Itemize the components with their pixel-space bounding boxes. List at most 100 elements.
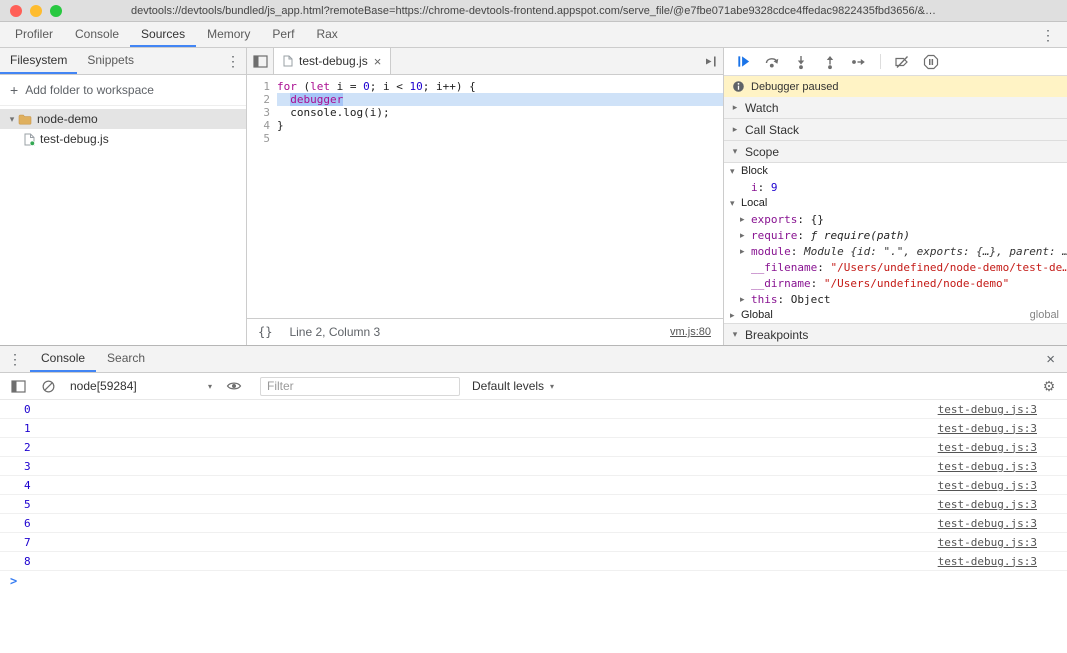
editor-tab-test-debug-js[interactable]: test-debug.js × [273,48,392,74]
console-settings-gear-icon[interactable]: ⚙ [1037,375,1061,397]
resume-button[interactable] [730,51,756,73]
source-location-link[interactable]: test-debug.js:3 [938,479,1037,492]
source-location-link[interactable]: test-debug.js:3 [938,422,1037,435]
close-window-button[interactable] [10,4,22,17]
source-location-link[interactable]: test-debug.js:3 [938,536,1037,549]
main-menu-kebab-icon[interactable]: ⋮ [1035,28,1061,42]
pretty-print-button[interactable]: {} [253,323,277,341]
live-expression-eye-button[interactable] [222,375,246,397]
tab-sources[interactable]: Sources [130,22,197,47]
deactivate-breakpoints-button[interactable] [889,51,915,73]
code-line-5[interactable]: 5 [247,132,723,145]
tab-snippets[interactable]: Snippets [77,48,144,74]
scope-section-header[interactable]: ▾ Scope [724,141,1067,163]
collapse-arrow-icon[interactable]: ▸ [740,230,751,241]
breakpoints-section-header[interactable]: ▾ Breakpoints [724,323,1067,345]
line-number-gutter[interactable]: 2 [247,93,277,106]
code-line-4[interactable]: 4} [247,119,723,132]
collapse-arrow-icon[interactable]: ▸ [730,102,740,113]
tree-item-label: node-demo [37,112,98,126]
toggle-navigator-sidebar-icon[interactable] [247,48,273,74]
line-number-gutter[interactable]: 1 [247,80,277,93]
drawer-tab-console[interactable]: Console [30,346,97,372]
debugger-toolbar [724,48,1067,76]
tab-console[interactable]: Console [64,22,130,47]
scope-value: Object [790,292,831,306]
source-location-link[interactable]: test-debug.js:3 [938,460,1037,473]
tab-memory[interactable]: Memory [196,22,261,47]
drawer-tab-search[interactable]: Search [96,346,156,372]
expand-arrow-icon[interactable]: ▾ [730,198,741,209]
execution-context-selector[interactable]: node[59284] ▾ [66,379,216,393]
code-line-2[interactable]: 2 debugger [247,93,723,106]
console-prompt[interactable]: > [0,571,1067,591]
code-line-3[interactable]: 3 console.log(i); [247,106,723,119]
collapse-arrow-icon[interactable]: ▸ [740,246,751,257]
console-filter-input[interactable] [260,376,460,396]
log-levels-dropdown[interactable]: Default levels ▾ [472,379,554,393]
step-out-button[interactable] [817,51,843,73]
navigator-menu-kebab-icon[interactable]: ⋮ [220,48,246,74]
section-title: Call Stack [745,122,800,137]
drawer-menu-kebab-icon[interactable]: ⋮ [0,346,30,372]
scope-variable-module[interactable]: ▸ module: Module {id: ".", exports: {…}, … [724,243,1067,259]
toggle-console-sidebar-icon[interactable] [6,375,30,397]
expand-arrow-icon[interactable]: ▾ [730,329,740,340]
collapse-arrow-icon[interactable]: ▸ [740,294,751,305]
line-number-gutter[interactable]: 4 [247,119,277,132]
source-location-link[interactable]: test-debug.js:3 [938,441,1037,454]
step-into-button[interactable] [788,51,814,73]
tab-profiler[interactable]: Profiler [4,22,64,47]
line-number-gutter[interactable]: 3 [247,106,277,119]
scope-variable-this[interactable]: ▸ this: Object [724,291,1067,307]
scope-section-global[interactable]: ▸ Global global [724,307,1067,323]
source-location-link[interactable]: test-debug.js:3 [938,517,1037,530]
logged-value: 8 [24,554,31,568]
tab-filesystem[interactable]: Filesystem [0,48,78,74]
logged-value: 1 [24,421,31,435]
step-over-button[interactable] [759,51,785,73]
expand-arrow-icon[interactable]: ▾ [730,166,741,177]
step-button[interactable] [846,51,872,73]
source-mapped-link[interactable]: vm.js:80 [670,326,711,338]
scope-section-local[interactable]: ▾ Local [724,195,1067,211]
scope-value: "/Users/undefined/node-demo" [823,276,1010,290]
source-location-link[interactable]: test-debug.js:3 [938,403,1037,416]
tree-item-node-demo[interactable]: ▾ node-demo [0,109,246,129]
call-stack-section-header[interactable]: ▸ Call Stack [724,119,1067,141]
logged-value: 2 [24,440,31,454]
console-toolbar: node[59284] ▾ Default levels ▾ ⚙ [0,373,1067,400]
scope-variable-i[interactable]: i: 9 [724,179,1067,195]
tab-rax[interactable]: Rax [305,22,348,47]
script-file-icon [283,55,293,67]
clear-console-button[interactable] [36,375,60,397]
expand-arrow-icon[interactable]: ▾ [730,146,740,157]
minimize-window-button[interactable] [30,4,42,17]
scope-variable-__dirname[interactable]: __dirname: "/Users/undefined/node-demo" [724,275,1067,291]
line-number-gutter[interactable]: 5 [247,132,277,145]
navigator-tabs: Filesystem Snippets ⋮ [0,48,246,75]
code-line-1[interactable]: 1 for (let i = 0; i < 10; i++) { [247,80,723,93]
toggle-debugger-sidebar-icon[interactable] [697,48,723,74]
collapse-arrow-icon[interactable]: ▸ [730,124,740,135]
code-editor[interactable]: 1 for (let i = 0; i < 10; i++) {2 debugge… [247,75,723,318]
scope-variable-require[interactable]: ▸ require: ƒ require(path) [724,227,1067,243]
zoom-window-button[interactable] [50,4,62,17]
tab-perf[interactable]: Perf [261,22,305,47]
collapse-arrow-icon[interactable]: ▸ [740,214,751,225]
source-location-link[interactable]: test-debug.js:3 [938,555,1037,568]
tree-item-test-debug-js[interactable]: test-debug.js [0,129,246,149]
close-drawer-icon[interactable]: × [1034,346,1067,372]
scope-variable-__filename[interactable]: __filename: "/Users/undefined/node-demo/… [724,259,1067,275]
tree-item-label: test-debug.js [40,132,109,146]
collapse-arrow-icon[interactable]: ▸ [730,310,741,321]
scope-section-block[interactable]: ▾ Block [724,163,1067,179]
scope-variable-exports[interactable]: ▸ exports: {} [724,211,1067,227]
add-folder-button[interactable]: + Add folder to workspace [0,75,246,106]
close-tab-icon[interactable]: × [374,55,382,68]
scope-name: __filename [751,260,818,274]
source-location-link[interactable]: test-debug.js:3 [938,498,1037,511]
pause-on-exceptions-button[interactable] [918,51,944,73]
expand-arrow-icon[interactable]: ▾ [6,114,18,125]
watch-section-header[interactable]: ▸ Watch [724,97,1067,119]
